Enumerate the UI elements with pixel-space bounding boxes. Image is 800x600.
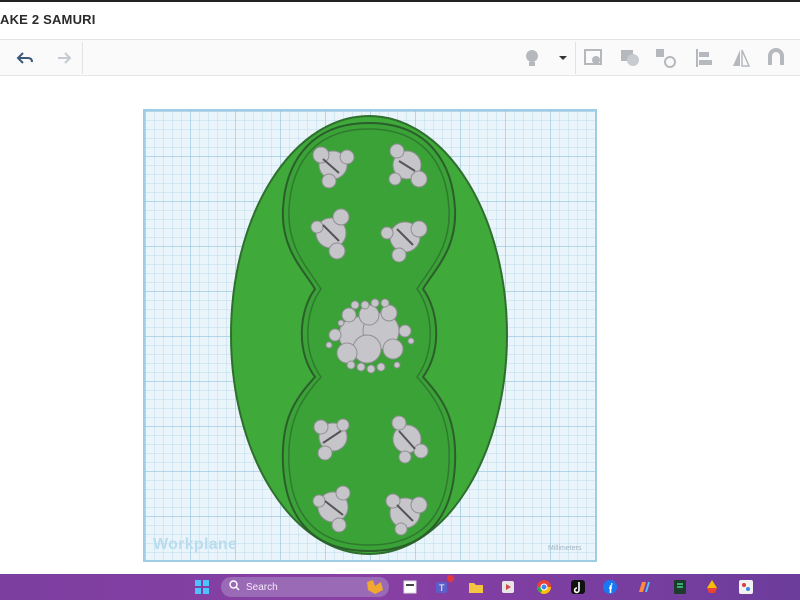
folder-icon[interactable]	[466, 577, 486, 597]
undo-icon[interactable]	[12, 46, 38, 70]
svg-text:T: T	[439, 583, 445, 593]
shape-group-icon[interactable]	[617, 46, 643, 70]
app-icon[interactable]	[670, 577, 690, 597]
widget-icon[interactable]	[364, 577, 386, 597]
magnet-icon[interactable]	[763, 46, 789, 70]
drive-icon[interactable]	[702, 577, 722, 597]
units-label: Millimeters	[548, 545, 582, 552]
media-icon[interactable]	[498, 577, 518, 597]
paint-icon[interactable]	[736, 577, 756, 597]
file-explorer-icon[interactable]	[400, 577, 420, 597]
notification-badge	[447, 575, 454, 582]
chrome-icon[interactable]	[534, 577, 554, 597]
windows-start-icon[interactable]	[192, 577, 212, 597]
mirror-pattern-icon[interactable]	[653, 46, 679, 70]
base-model[interactable]	[143, 109, 597, 562]
title-bar: AKE 2 SAMURI	[0, 0, 800, 40]
mirror-icon[interactable]	[728, 46, 754, 70]
search-icon	[229, 578, 240, 596]
dropdown-caret-icon[interactable]	[550, 46, 576, 70]
toolbar-divider	[82, 42, 83, 74]
facebook-icon[interactable]	[600, 577, 620, 597]
redo-icon[interactable]	[50, 46, 76, 70]
toolbar-divider	[575, 42, 576, 74]
note-icon[interactable]	[581, 46, 607, 70]
taskbar: Search T	[0, 574, 800, 600]
lightbulb-icon[interactable]	[519, 46, 545, 70]
editor-toolbar	[0, 40, 800, 76]
teams-icon[interactable]: T	[432, 575, 454, 597]
copilot-icon[interactable]	[634, 577, 654, 597]
search-placeholder: Search	[246, 581, 278, 593]
project-title[interactable]: AKE 2 SAMURI	[0, 12, 96, 27]
tiktok-icon[interactable]	[568, 577, 588, 597]
align-icon[interactable]	[691, 46, 717, 70]
workplane-label: Workplane	[153, 536, 238, 553]
